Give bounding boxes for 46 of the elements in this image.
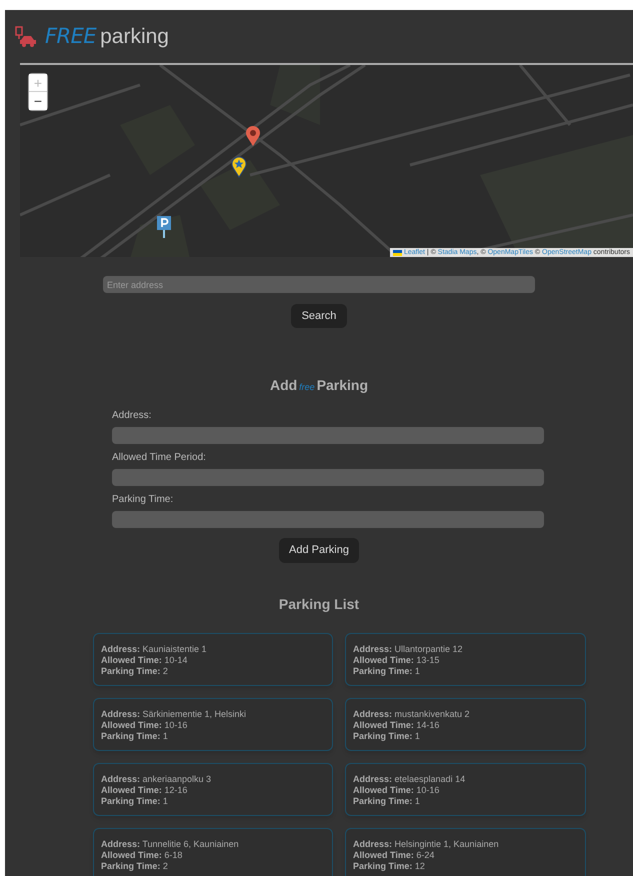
card-text: Parking Time: 12 <box>353 861 426 872</box>
address-search-field[interactable]: Enter address <box>103 276 535 293</box>
zoom-in-button[interactable]: + <box>29 74 47 92</box>
card-text: Address: mustankivenkatu 2 <box>353 709 471 720</box>
card-text: Parking Time: 1 <box>353 796 421 807</box>
field-label: Parking Time: <box>112 493 174 507</box>
card-text: Address: etelaesplanadi 14 <box>353 774 466 785</box>
logo-text: parking <box>100 24 169 50</box>
card-text: Parking Time: 2 <box>101 666 169 677</box>
card-text: Address: ankeriaanpolku 3 <box>101 774 212 785</box>
card-text: Address: Kauniaistentie 1 <box>101 644 208 655</box>
text-field[interactable] <box>112 427 544 444</box>
card-text: Allowed Time: 10-16 <box>353 785 440 796</box>
list-heading: Parking List <box>278 595 360 614</box>
star-pin-icon <box>231 156 247 178</box>
card-text: Address: Ullantorpantie 12 <box>353 644 464 655</box>
field-label: Address: <box>112 409 152 423</box>
logo-accent: FREE <box>45 22 96 50</box>
text-field[interactable] <box>112 469 544 486</box>
card-text: Allowed Time: 14-16 <box>353 720 440 731</box>
card-text: Allowed Time: 10-16 <box>101 720 188 731</box>
card-text: Address: Tunnelitie 6, Kauniainen <box>101 839 240 850</box>
add-parking-button[interactable]: Add Parking <box>279 538 359 563</box>
field-label: Allowed Time Period: <box>112 451 207 465</box>
card-text: Parking Time: 1 <box>101 796 169 807</box>
card-text: Allowed Time: 12-16 <box>101 785 188 796</box>
search-button[interactable]: Search <box>290 304 348 328</box>
car-icon <box>15 26 37 48</box>
card-text: Allowed Time: 10-14 <box>101 655 188 666</box>
card-text: Allowed Time: 6-18 <box>101 850 184 861</box>
card-text: Parking Time: 1 <box>101 731 169 742</box>
heading-text: Add <box>270 376 298 395</box>
heading-accent: free <box>298 381 316 394</box>
heading-text: Parking <box>316 376 368 395</box>
text-field[interactable] <box>112 511 544 528</box>
card-text: Parking Time: 1 <box>353 731 421 742</box>
zoom-out-button[interactable]: − <box>29 92 47 110</box>
map-pin-icon <box>245 125 261 147</box>
card-text: Parking Time: 2 <box>101 861 169 872</box>
card-text: Address: Särkiniementie 1, Helsinki <box>101 709 248 720</box>
card-text: Allowed Time: 13-15 <box>353 655 440 666</box>
card-text: Address: Helsingintie 1, Kauniainen <box>353 839 500 850</box>
parking-sign-icon <box>157 216 171 238</box>
card-text: Allowed Time: 6-24 <box>353 850 436 861</box>
flag-icon <box>392 250 402 256</box>
card-text: Parking Time: 1 <box>353 666 421 677</box>
